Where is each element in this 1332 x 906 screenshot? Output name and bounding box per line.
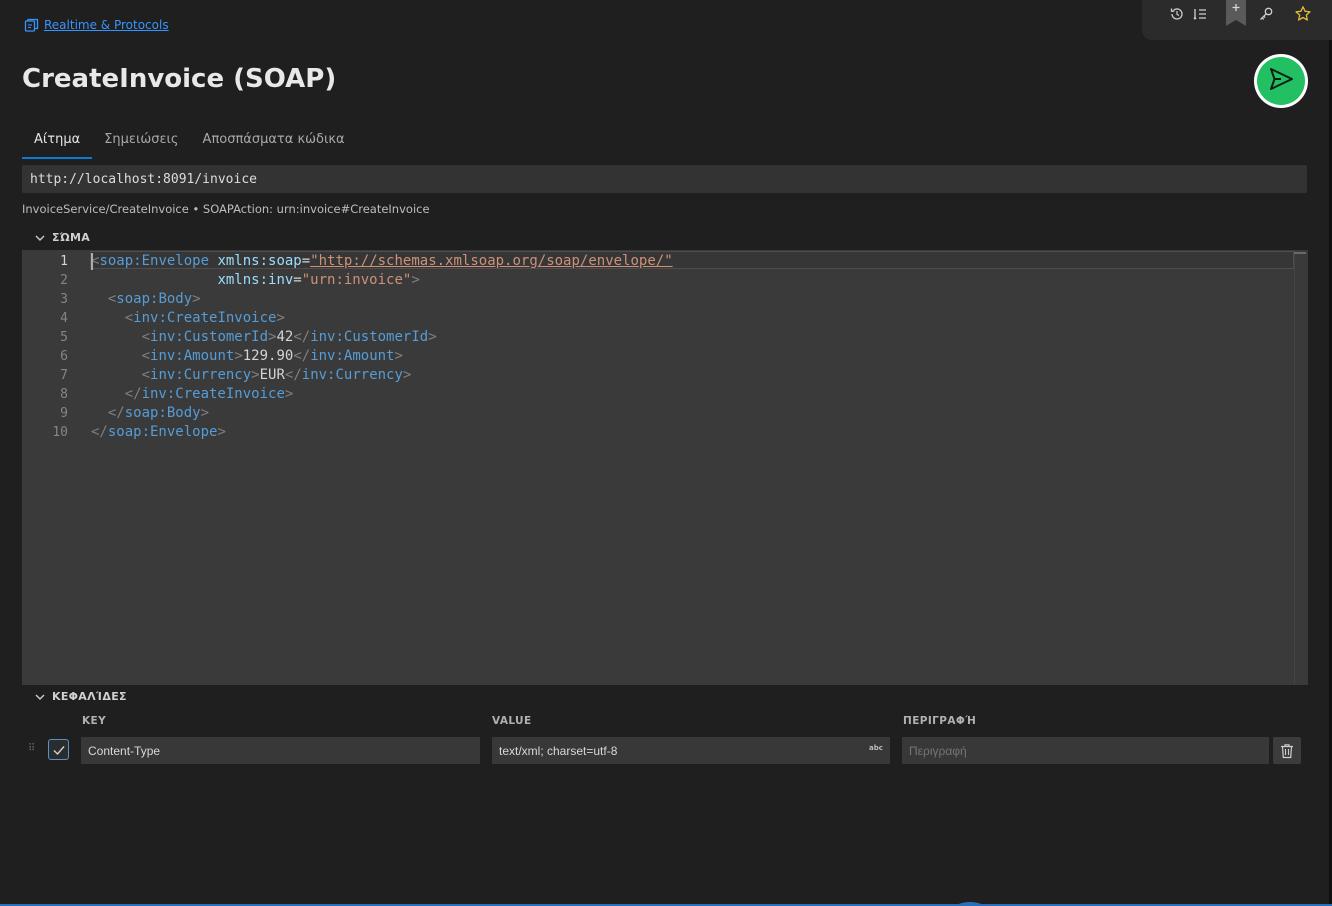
key-icon[interactable] <box>1257 5 1275 23</box>
header-enabled-checkbox[interactable] <box>48 739 69 760</box>
send-button[interactable] <box>1254 54 1308 108</box>
code-line: xmlns:inv="urn:invoice"> <box>217 272 420 288</box>
code-line: </soap:Body> <box>107 405 210 421</box>
bookmark-add-icon[interactable] <box>1226 0 1246 28</box>
line-number: 2 <box>60 273 68 288</box>
code-line: <soap:Envelope xmlns:soap="http://schema… <box>91 253 673 269</box>
code-line: </soap:Envelope> <box>91 424 226 440</box>
headers-section-toggle[interactable]: ΚΕΦΑΛΊΔΕΣ <box>34 690 127 703</box>
column-header-description: ΠΕΡΙΓΡΑΦΉ <box>903 715 977 727</box>
editor-scrollbar[interactable] <box>1294 250 1308 685</box>
chevron-down-icon <box>34 232 46 244</box>
drag-handle-icon[interactable]: ⠿ <box>28 743 35 754</box>
breadcrumb-link[interactable]: Realtime & Protocols <box>44 18 169 32</box>
history-icon[interactable] <box>1168 5 1186 23</box>
request-toolbar <box>1142 0 1332 40</box>
delete-header-button[interactable] <box>1273 737 1301 764</box>
code-line: </inv:CreateInvoice> <box>124 386 294 402</box>
status-indicator <box>955 902 985 906</box>
tab-request[interactable]: Αίτημα <box>22 128 93 159</box>
line-number: 10 <box>52 425 68 440</box>
line-number: 4 <box>60 311 68 326</box>
star-icon[interactable] <box>1294 5 1312 23</box>
header-value-input[interactable] <box>492 737 890 764</box>
body-section-title: ΣΏΜΑ <box>52 231 91 244</box>
header-description-input[interactable] <box>902 737 1269 764</box>
page-title: CreateInvoice (SOAP) <box>22 64 337 94</box>
column-header-value: VALUE <box>492 715 532 727</box>
text-cursor <box>91 253 93 270</box>
body-section-toggle[interactable]: ΣΏΜΑ <box>34 231 90 244</box>
list-icon[interactable] <box>1191 5 1209 23</box>
code-editor[interactable]: 1 2 3 4 5 6 7 8 9 10 <soap:Envelope xmln… <box>22 250 1308 685</box>
header-key-input[interactable] <box>81 737 480 764</box>
code-line: <inv:CreateInvoice> <box>124 310 285 326</box>
code-line: <soap:Body> <box>107 291 201 307</box>
code-line: <inv:Currency>EUR</inv:Currency> <box>141 367 412 383</box>
line-number: 1 <box>60 254 68 269</box>
tab-notes[interactable]: Σημειώσεις <box>92 128 190 159</box>
line-number: 8 <box>60 387 68 402</box>
tab-bar: Αίτημα Σημειώσεις Αποσπάσματα κώδικα <box>22 128 357 159</box>
trash-icon <box>1280 743 1294 759</box>
line-number: 5 <box>60 330 68 345</box>
column-header-key: KEY <box>82 715 107 727</box>
line-number: 6 <box>60 349 68 364</box>
send-icon <box>1268 66 1294 96</box>
code-line: <inv:Amount>129.90</inv:Amount> <box>141 348 403 364</box>
headers-section-title: ΚΕΦΑΛΊΔΕΣ <box>52 690 127 703</box>
breadcrumb: Realtime & Protocols <box>24 17 169 33</box>
operation-info: InvoiceService/CreateInvoice • SOAPActio… <box>22 202 430 216</box>
code-line: <inv:CustomerId>42</inv:CustomerId> <box>141 329 437 345</box>
chevron-down-icon <box>34 691 46 703</box>
scrollbar-marker <box>1294 252 1306 254</box>
url-input[interactable] <box>22 165 1307 193</box>
code-lines: <soap:Envelope xmlns:soap="http://schema… <box>91 252 673 442</box>
line-number: 9 <box>60 406 68 421</box>
tab-code-snippets[interactable]: Αποσπάσματα κώδικα <box>191 128 357 159</box>
line-number-gutter: 1 2 3 4 5 6 7 8 9 10 <box>22 252 68 442</box>
collection-icon <box>24 17 40 33</box>
check-icon <box>52 743 66 757</box>
line-number: 7 <box>60 368 68 383</box>
line-number: 3 <box>60 292 68 307</box>
value-type-badge[interactable]: abc <box>869 744 883 752</box>
